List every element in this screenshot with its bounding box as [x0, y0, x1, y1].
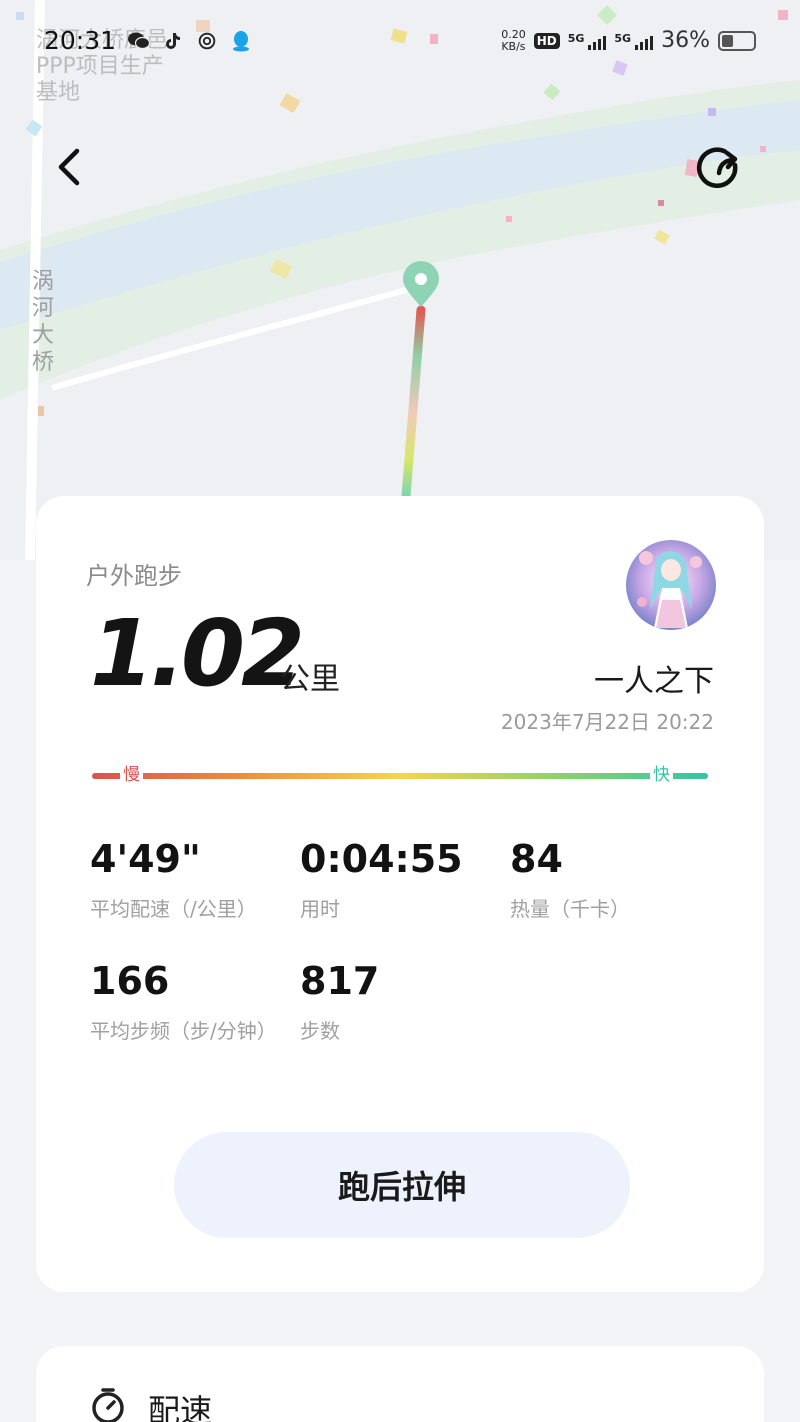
pace-color-scale: 慢 快 — [92, 764, 708, 786]
netease-music-icon — [196, 30, 218, 52]
pace-slow-label: 慢 — [120, 764, 143, 786]
pace-section-title: 配速 — [148, 1392, 213, 1422]
share-button[interactable] — [694, 142, 746, 194]
system-indicators: 0.20 KB/s HD 5G 5G 36% — [501, 28, 756, 53]
notification-icons — [128, 30, 252, 52]
stopwatch-icon — [92, 1388, 124, 1422]
map-bridge-label: 涡河大桥 — [32, 269, 55, 375]
pace-fast-label: 快 — [650, 764, 673, 786]
avatar-image — [626, 540, 716, 630]
stat-label: 平均配速（/公里） — [90, 897, 257, 921]
stat-duration: 0:04:55 用时 — [300, 836, 500, 924]
stat-label: 平均步频（步/分钟） — [90, 1019, 277, 1043]
qq-icon — [230, 30, 252, 52]
battery-fill — [722, 34, 733, 47]
stat-steps: 817 步数 — [300, 958, 500, 1046]
stat-label: 步数 — [300, 1019, 340, 1043]
avatar[interactable] — [626, 540, 716, 630]
stat-avg-pace: 4'49" 平均配速（/公里） — [90, 836, 290, 924]
stat-value: 0:04:55 — [300, 837, 463, 881]
stat-value: 817 — [300, 959, 380, 1003]
battery-icon — [718, 30, 756, 51]
share-icon — [697, 147, 738, 188]
stat-value: 4'49" — [90, 837, 201, 881]
workout-datetime: 2023年7月22日 20:22 — [500, 710, 714, 734]
hd-badge: HD — [533, 32, 560, 49]
stat-cadence: 166 平均步频（步/分钟） — [90, 958, 277, 1046]
pace-gradient-bar — [92, 773, 708, 779]
signal-sim1-icon: 5G — [568, 32, 607, 50]
network-speed: 0.20 KB/s — [501, 27, 526, 53]
wechat-icon — [128, 30, 150, 52]
stat-label: 热量（千卡） — [510, 897, 630, 921]
username: 一人之下 — [594, 664, 714, 699]
signal-sim2-icon: 5G — [614, 31, 654, 50]
network-speed-value: 0.20 — [501, 27, 526, 41]
distance-value: 1.02 — [90, 600, 305, 707]
stat-label: 用时 — [300, 897, 340, 921]
stat-value: 166 — [90, 959, 170, 1003]
activity-type: 户外跑步 — [86, 562, 182, 590]
sim2-label: 5G — [614, 31, 632, 45]
stat-calories: 84 热量（千卡） — [510, 836, 710, 924]
chevron-left-icon — [58, 148, 80, 186]
network-speed-unit: KB/s — [501, 39, 526, 53]
tiktok-icon — [162, 30, 184, 52]
pace-section-card[interactable]: 配速 — [36, 1346, 764, 1422]
status-bar: 20:31 0.20 KB/s HD 5G 5G 36% — [0, 24, 800, 62]
battery-percent: 36% — [661, 28, 710, 53]
route-map[interactable]: 涡河大桥鹿邑PPP项目生产基地 涡河大桥 — [0, 0, 800, 560]
workout-summary-card: 户外跑步 1.02 公里 一人之下 2023年7月22日 20:22 慢 快 4… — [36, 496, 764, 1292]
post-run-stretch-button[interactable]: 跑后拉伸 — [174, 1132, 630, 1238]
status-time: 20:31 — [44, 26, 117, 55]
sim1-label: 5G — [567, 31, 585, 45]
back-button[interactable] — [46, 142, 92, 192]
workout-detail-screen: 涡河大桥鹿邑PPP项目生产基地 涡河大桥 20:31 0.20 KB/s HD — [0, 0, 800, 1422]
distance-unit: 公里 — [280, 662, 340, 697]
stat-value: 84 — [510, 837, 563, 881]
